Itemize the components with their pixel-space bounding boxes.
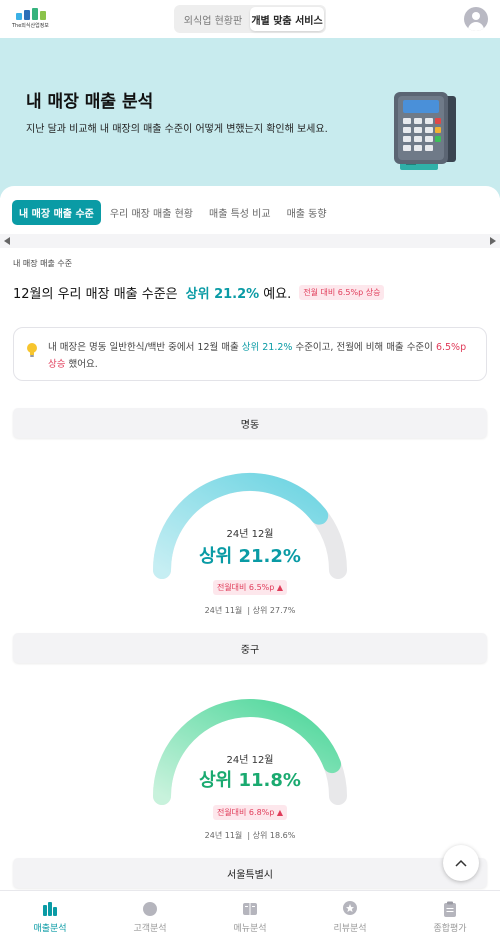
horizontal-scrollbar[interactable] xyxy=(0,234,500,248)
tab-my-sales-level[interactable]: 내 매장 매출 수준 xyxy=(12,200,101,225)
insight-text: 내 매장은 명동 일반한식/백반 중에서 12월 매출 상위 21.2% 수준이… xyxy=(48,342,467,370)
service-switch: 외식업 현황판 개별 맞춤 서비스 xyxy=(174,5,326,33)
change-badge: 전월 대비 6.5%p 상승 xyxy=(299,285,385,300)
nav-overall-evaluation[interactable]: 종합평가 xyxy=(400,891,500,944)
page-subtitle: 지난 달과 비교해 내 매장의 매출 수준이 어떻게 변했는지 확인해 보세요. xyxy=(26,124,328,135)
tab-my-sales-status[interactable]: 우리 매장 매출 현황 xyxy=(103,200,200,225)
top-bar: The외식산업정보 외식업 현황판 개별 맞춤 서비스 xyxy=(0,0,500,38)
gauge-previous: 24년 11월 | 상위 18.6% xyxy=(204,831,296,840)
logo-text: The외식산업정보 xyxy=(12,23,49,29)
headline-prefix: 12월의 우리 매장 매출 수준은 xyxy=(13,287,178,302)
insight-box: 내 매장은 명동 일반한식/백반 중에서 12월 매출 상위 21.2% 수준이… xyxy=(13,327,487,381)
sub-tabs: 내 매장 매출 수준 우리 매장 매출 현황 매출 특성 비교 매출 동향 xyxy=(12,200,334,225)
headline-suffix: 예요. xyxy=(263,287,292,302)
lightbulb-icon xyxy=(27,343,37,357)
segment-custom-service[interactable]: 개별 맞춤 서비스 xyxy=(250,7,324,31)
gauge-junggu: 24년 12월 상위 11.8% 전월대비 6.8%p ▲ 24년 11월 | … xyxy=(150,688,350,868)
chevron-up-icon xyxy=(455,859,467,867)
nav-menu-analysis[interactable]: 메뉴분석 xyxy=(200,891,300,944)
nav-review-analysis[interactable]: 리뷰분석 xyxy=(300,891,400,944)
bar-chart-icon xyxy=(43,902,57,916)
menu-book-icon xyxy=(243,903,257,915)
gauge-value: 상위 21.2% xyxy=(199,546,301,567)
gauge-value: 상위 11.8% xyxy=(199,770,301,791)
logo-mark-icon xyxy=(16,8,52,20)
region-header-seoul: 서울특별시 xyxy=(13,858,487,888)
nav-customer-analysis[interactable]: 고객분석 xyxy=(100,891,200,944)
card-terminal-icon xyxy=(394,92,456,170)
scroll-left-icon[interactable] xyxy=(4,237,10,245)
user-avatar-icon[interactable] xyxy=(464,7,488,31)
bottom-navigation: 매출분석 고객분석 메뉴분석 리뷰분석 종합평가 xyxy=(0,890,500,944)
gauge-change-badge: 전월대비 6.8%p ▲ xyxy=(212,805,288,820)
gauge-change-badge: 전월대비 6.5%p ▲ xyxy=(212,580,288,595)
tab-sales-comparison[interactable]: 매출 특성 비교 xyxy=(202,200,278,225)
sales-level-headline: 12월의 우리 매장 매출 수준은 상위 21.2% 예요. 전월 대비 6.5… xyxy=(13,283,385,302)
nav-sales-analysis[interactable]: 매출분석 xyxy=(0,891,100,944)
clipboard-icon xyxy=(444,901,456,917)
section-label: 내 매장 매출 수준 xyxy=(13,259,73,268)
scroll-right-icon[interactable] xyxy=(490,237,496,245)
page-title: 내 매장 매출 분석 xyxy=(26,92,154,112)
hero-banner: 내 매장 매출 분석 지난 달과 비교해 내 매장의 매출 수준이 어떻게 변했… xyxy=(0,38,500,198)
gauge-myeongdong: 24년 12월 상위 21.2% 전월대비 6.5%p ▲ 24년 11월 | … xyxy=(150,462,350,642)
review-star-icon xyxy=(343,901,357,915)
gauge-month: 24년 12월 xyxy=(226,755,274,766)
region-header-myeongdong: 명동 xyxy=(13,408,487,438)
tab-sales-trend[interactable]: 매출 동향 xyxy=(280,200,334,225)
logo[interactable]: The외식산업정보 xyxy=(12,8,52,32)
region-header-junggu: 중구 xyxy=(13,633,487,663)
scroll-top-button[interactable] xyxy=(443,845,479,881)
gauge-previous: 24년 11월 | 상위 27.7% xyxy=(204,606,296,615)
gauge-month: 24년 12월 xyxy=(226,529,274,540)
segment-dashboard[interactable]: 외식업 현황판 xyxy=(176,7,250,31)
pie-chart-icon xyxy=(143,902,157,916)
headline-highlight: 상위 21.2% xyxy=(185,287,260,302)
